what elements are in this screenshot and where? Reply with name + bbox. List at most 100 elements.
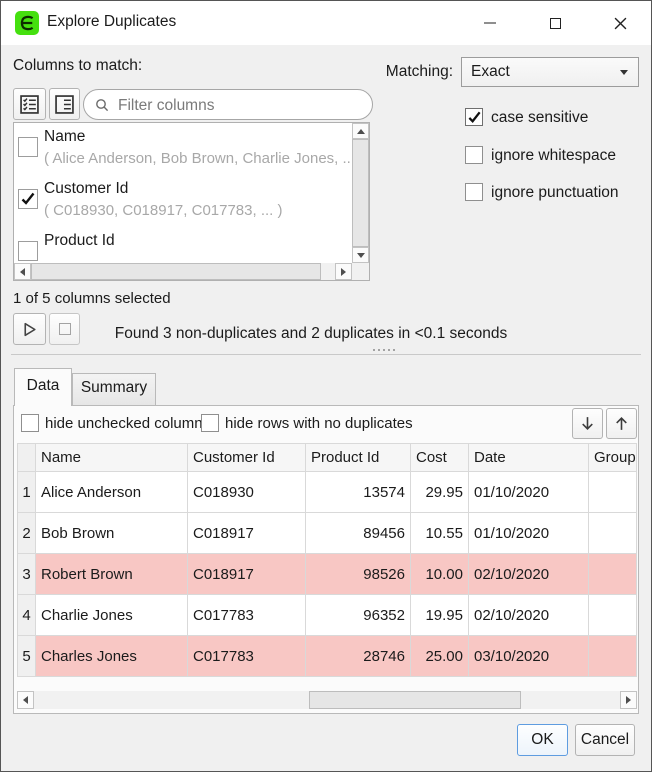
scroll-thumb[interactable]: [31, 263, 321, 280]
cell-product-id[interactable]: 98526: [306, 554, 411, 595]
ignore-punctuation-checkbox[interactable]: [465, 183, 483, 201]
column-preview: ( Alice Anderson, Bob Brown, Charlie Jon…: [44, 150, 350, 167]
header-date[interactable]: Date: [469, 444, 589, 472]
checkmark-icon: [467, 110, 482, 125]
splitter-grip[interactable]: [373, 349, 395, 351]
customer-id-checkbox[interactable]: [18, 189, 38, 209]
ok-button[interactable]: OK: [517, 724, 568, 756]
scroll-up-button[interactable]: [352, 123, 369, 139]
list-item-customer-id[interactable]: Customer Id ( C018930, C018917, C017783,…: [14, 175, 352, 227]
cell-date[interactable]: 02/10/2020: [469, 595, 589, 636]
scroll-thumb[interactable]: [309, 691, 521, 709]
scroll-thumb[interactable]: [352, 139, 369, 247]
splitter-divider[interactable]: [11, 354, 641, 355]
table-horizontal-scrollbar[interactable]: [17, 691, 637, 709]
filter-columns-input[interactable]: [116, 91, 366, 120]
column-name: Product Id: [44, 232, 115, 250]
arrow-up-icon: [613, 415, 630, 432]
hide-no-duplicates-checkbox[interactable]: [201, 414, 219, 432]
header-cost[interactable]: Cost: [411, 444, 469, 472]
cell-group[interactable]: [589, 595, 637, 636]
cell-name[interactable]: Charlie Jones: [36, 595, 188, 636]
ok-button-label: OK: [531, 731, 553, 749]
data-tab-pane: hide unchecked columns hide rows with no…: [13, 405, 639, 714]
tab-data-label: Data: [27, 377, 60, 395]
row-number: 1: [18, 472, 36, 513]
cell-date[interactable]: 03/10/2020: [469, 636, 589, 677]
cell-cost[interactable]: 10.55: [411, 513, 469, 554]
cell-date[interactable]: 01/10/2020: [469, 513, 589, 554]
data-table: Name Customer Id Product Id Cost Date Gr…: [17, 443, 637, 677]
cell-product-id[interactable]: 13574: [306, 472, 411, 513]
ignore-whitespace-checkbox[interactable]: [465, 146, 483, 164]
columns-to-match-label: Columns to match:: [13, 57, 142, 75]
tab-data[interactable]: Data: [14, 368, 72, 406]
minimize-button[interactable]: [467, 1, 513, 45]
cell-name[interactable]: Alice Anderson: [36, 472, 188, 513]
cell-date[interactable]: 02/10/2020: [469, 554, 589, 595]
maximize-icon: [550, 18, 561, 29]
left-arrow-icon: [23, 696, 28, 704]
run-button[interactable]: [13, 313, 46, 345]
hide-unchecked-columns-checkbox[interactable]: [21, 414, 39, 432]
cell-cost[interactable]: 29.95: [411, 472, 469, 513]
scroll-left-button[interactable]: [17, 691, 34, 709]
table-row[interactable]: 2 Bob Brown C018917 89456 10.55 01/10/20…: [18, 513, 637, 554]
table-row-duplicate[interactable]: 5 Charles Jones C017783 28746 25.00 03/1…: [18, 636, 637, 677]
row-number: 4: [18, 595, 36, 636]
uncheck-all-columns-button[interactable]: [49, 88, 80, 120]
cell-product-id[interactable]: 28746: [306, 636, 411, 677]
cell-date[interactable]: 01/10/2020: [469, 472, 589, 513]
cell-group[interactable]: [589, 554, 637, 595]
list-horizontal-scrollbar[interactable]: [14, 263, 352, 280]
cell-product-id[interactable]: 89456: [306, 513, 411, 554]
header-customer-id[interactable]: Customer Id: [188, 444, 306, 472]
table-row-duplicate[interactable]: 3 Robert Brown C018917 98526 10.00 02/10…: [18, 554, 637, 595]
cell-name[interactable]: Robert Brown: [36, 554, 188, 595]
header-name[interactable]: Name: [36, 444, 188, 472]
cell-group[interactable]: [589, 513, 637, 554]
cell-cost[interactable]: 10.00: [411, 554, 469, 595]
cell-name[interactable]: Bob Brown: [36, 513, 188, 554]
cancel-button[interactable]: Cancel: [575, 724, 635, 756]
name-checkbox[interactable]: [18, 137, 38, 157]
scroll-left-button[interactable]: [14, 263, 31, 280]
table-row[interactable]: 4 Charlie Jones C017783 96352 19.95 02/1…: [18, 595, 637, 636]
cell-group[interactable]: [589, 472, 637, 513]
scroll-down-button[interactable]: [352, 247, 369, 263]
maximize-button[interactable]: [532, 1, 578, 45]
case-sensitive-checkbox[interactable]: [465, 108, 483, 126]
cell-product-id[interactable]: 96352: [306, 595, 411, 636]
scroll-right-button[interactable]: [335, 263, 352, 280]
header-group[interactable]: Group: [589, 444, 637, 472]
product-id-checkbox[interactable]: [18, 241, 38, 261]
cell-cost[interactable]: 19.95: [411, 595, 469, 636]
case-sensitive-label: case sensitive: [491, 109, 588, 127]
tab-summary[interactable]: Summary: [72, 373, 156, 405]
cell-name[interactable]: Charles Jones: [36, 636, 188, 677]
titlebar[interactable]: Explore Duplicates: [1, 1, 651, 45]
cell-customer-id[interactable]: C018930: [188, 472, 306, 513]
columns-list: Name ( Alice Anderson, Bob Brown, Charli…: [13, 122, 370, 281]
close-icon: [614, 17, 627, 30]
matching-select[interactable]: Exact: [461, 57, 639, 87]
table-row[interactable]: 1 Alice Anderson C018930 13574 29.95 01/…: [18, 472, 637, 513]
explore-duplicates-dialog: Explore Duplicates Columns to match:: [0, 0, 652, 772]
cell-customer-id[interactable]: C018917: [188, 513, 306, 554]
cell-customer-id[interactable]: C017783: [188, 595, 306, 636]
cancel-button-label: Cancel: [581, 731, 629, 749]
scroll-right-button[interactable]: [620, 691, 637, 709]
list-item-name[interactable]: Name ( Alice Anderson, Bob Brown, Charli…: [14, 123, 352, 175]
cell-cost[interactable]: 25.00: [411, 636, 469, 677]
cell-customer-id[interactable]: C017783: [188, 636, 306, 677]
list-item-product-id[interactable]: Product Id: [14, 227, 352, 263]
next-duplicate-button[interactable]: [572, 408, 603, 439]
list-vertical-scrollbar[interactable]: [352, 123, 369, 263]
cell-group[interactable]: [589, 636, 637, 677]
header-product-id[interactable]: Product Id: [306, 444, 411, 472]
cell-customer-id[interactable]: C018917: [188, 554, 306, 595]
close-button[interactable]: [597, 1, 643, 45]
check-all-columns-button[interactable]: [13, 88, 46, 120]
previous-duplicate-button[interactable]: [606, 408, 637, 439]
left-arrow-icon: [20, 268, 25, 276]
